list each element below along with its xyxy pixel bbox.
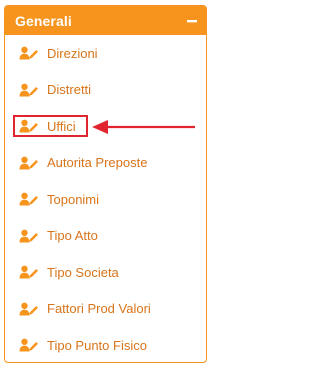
user-edit-icon (19, 338, 40, 352)
menu-item-tipo-societa[interactable]: Tipo Societa (5, 254, 206, 291)
user-edit-icon (19, 83, 40, 97)
menu-item-autorita-preposte[interactable]: Autorita Preposte (5, 145, 206, 182)
menu-item-label: Tipo Punto Fisico (47, 337, 147, 353)
collapse-button[interactable] (185, 14, 199, 28)
user-edit-icon (19, 46, 40, 60)
user-edit-icon (19, 156, 40, 170)
panel-title: Generali (15, 12, 72, 29)
menu-item-label: Direzioni (47, 45, 98, 61)
menu-item-toponimi[interactable]: Toponimi (5, 181, 206, 218)
menu-list: Direzioni Distretti Uffici Autorita Prep… (5, 35, 206, 362)
menu-item-direzioni[interactable]: Direzioni (5, 35, 206, 72)
menu-item-label: Fattori Prod Valori (47, 301, 151, 317)
menu-item-tipo-atto[interactable]: Tipo Atto (5, 218, 206, 255)
user-edit-icon (19, 119, 40, 133)
user-edit-icon (19, 302, 40, 316)
menu-item-tipo-punto-fisico[interactable]: Tipo Punto Fisico (5, 327, 206, 362)
menu-item-label: Tipo Atto (47, 228, 98, 244)
user-edit-icon (19, 265, 40, 279)
menu-item-label: Autorita Preposte (47, 155, 148, 171)
user-edit-icon (19, 192, 40, 206)
menu-item-label: Distretti (47, 82, 92, 98)
minus-icon (187, 19, 197, 22)
menu-item-label: Toponimi (47, 191, 100, 207)
menu-item-fattori-prod-valori[interactable]: Fattori Prod Valori (5, 291, 206, 328)
menu-item-distretti[interactable]: Distretti (5, 72, 206, 109)
user-edit-icon (19, 229, 40, 243)
menu-item-label: Uffici (47, 118, 76, 134)
generali-panel: Generali Direzioni Distretti Uffici Auto… (4, 5, 207, 363)
menu-item-label: Tipo Societa (47, 264, 119, 280)
panel-header: Generali (5, 6, 206, 35)
left-arrow-icon (92, 120, 195, 134)
